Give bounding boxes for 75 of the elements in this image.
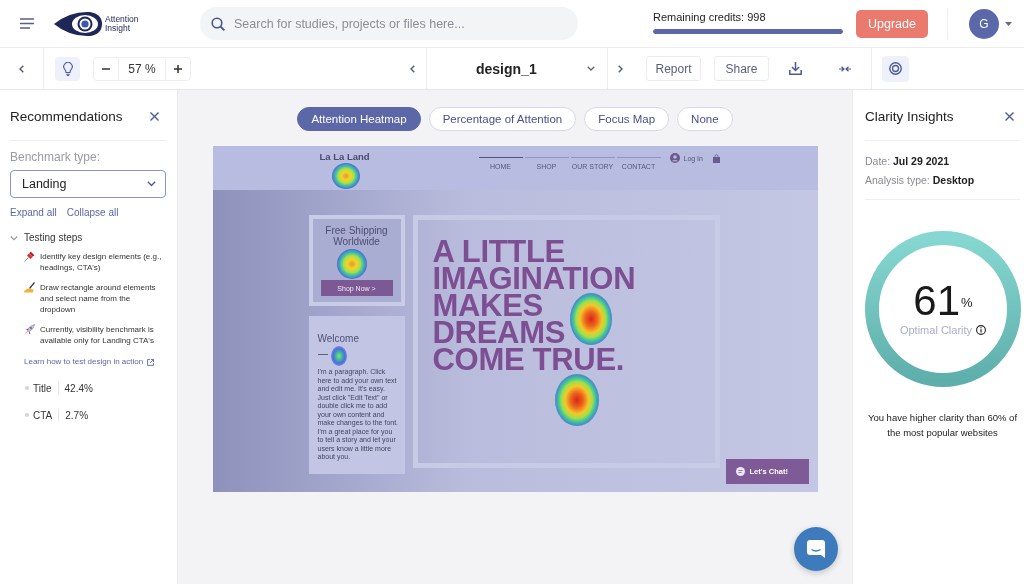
step-text: Identify key design elements (e.g., headings, CTA's) (40, 251, 163, 273)
hero-headline-line: IMAGINATION (432, 265, 636, 292)
section-title[interactable]: Testing steps (24, 231, 83, 245)
menu-icon (20, 18, 34, 29)
eye-logo-icon (54, 10, 102, 37)
analysis-type-text: Analysis type: Desktop (865, 173, 976, 187)
writing-hand-icon (24, 282, 35, 293)
clarity-score: 61$^{%}$ (913, 279, 973, 323)
minus-icon (102, 67, 110, 70)
shopping-bag-icon (712, 153, 720, 163)
chat-launcher-button[interactable] (794, 527, 838, 571)
clarity-summary: You have higher clarity than 60% of the most popular websites (867, 411, 1018, 440)
chevron-right-icon (618, 64, 623, 73)
close-button[interactable] (150, 111, 159, 121)
promo-title: Free Shipping Worldwide (324, 225, 389, 247)
collapse-all-link[interactable]: Collapse all (66, 206, 119, 219)
credits-label: Remaining credits: 998 (653, 10, 767, 24)
chevron-icon[interactable] (10, 234, 18, 242)
toolbar-button[interactable]: Report (646, 56, 701, 81)
view-mode-tab[interactable]: Attention Heatmap (297, 107, 421, 131)
chevron-down-icon (147, 181, 156, 187)
learn-link[interactable]: Learn how to test design in action (24, 356, 144, 368)
view-mode-tab[interactable]: None (677, 107, 733, 131)
metric-value: 42.4% (64, 382, 93, 394)
metric-name: CTA (33, 409, 53, 421)
user-avatar[interactable]: G (969, 8, 999, 39)
heatmap-spot (330, 346, 347, 366)
toolbar-button[interactable]: Share (714, 56, 769, 81)
insights-toggle-button[interactable] (882, 55, 909, 82)
design-select[interactable]: design_1 (426, 48, 608, 89)
chevron-down-icon (587, 66, 595, 71)
metric-value: 2.7% (65, 409, 89, 421)
step-text: Draw rectangle around elements and select name from the dropdown (40, 282, 157, 315)
date-text: Date: Jul 29 2021 (865, 154, 951, 168)
benchmark-select[interactable]: Landing (10, 170, 166, 198)
expand-all-link[interactable]: Expand all (10, 206, 57, 219)
search-field[interactable]: Search for studies, projects or files here... (200, 7, 578, 40)
lightbulb-icon (62, 61, 73, 76)
close-button[interactable] (1005, 111, 1014, 121)
external-link-icon[interactable] (147, 358, 155, 366)
search-icon (211, 16, 225, 31)
person-icon (669, 153, 680, 163)
welcome-title: Welcome (317, 333, 359, 345)
hero-headline-line: DREAMS (432, 319, 566, 346)
chat-bubble-icon (735, 467, 745, 476)
panel-title: Recommendations (10, 108, 123, 124)
bullet-dot-icon (25, 386, 29, 390)
caret-down-icon[interactable] (1005, 21, 1012, 26)
hero-headline-line: A LITTLE (432, 238, 565, 265)
bullet-dot-icon (25, 413, 29, 417)
info-icon[interactable] (976, 325, 987, 335)
hero-headline-line: MAKES (432, 292, 543, 319)
download-icon (788, 62, 802, 75)
benchmark-label: Benchmark type: (10, 151, 102, 164)
plus-icon (174, 64, 182, 73)
rocket-icon (24, 324, 35, 335)
view-mode-tab[interactable]: Percentage of Attention (428, 107, 577, 131)
step-text: Currently, visibility benchmark is available only for Landing CTA's (40, 324, 155, 346)
panel-title: Clarity Insights (865, 108, 954, 124)
chevron-left-icon (410, 64, 415, 73)
hero-headline-line: COME TRUE. (432, 346, 625, 373)
view-mode-tab[interactable]: Focus Map (584, 107, 670, 131)
target-icon (889, 62, 902, 75)
clarity-label: Optimal Clarity (899, 324, 973, 336)
recommendations-toggle-button[interactable] (55, 56, 80, 81)
inward-arrows-icon (839, 65, 851, 72)
logo-text: Attention Insight (105, 14, 140, 33)
close-icon (1005, 111, 1014, 121)
zoom-value: 57 % (118, 57, 166, 80)
pushpin-icon (24, 251, 35, 262)
website-logo-text: La La Land (319, 151, 371, 162)
chevron-left-icon (19, 64, 24, 73)
chat-icon (807, 540, 825, 558)
metric-name: Title (33, 382, 52, 394)
close-icon (150, 111, 159, 121)
